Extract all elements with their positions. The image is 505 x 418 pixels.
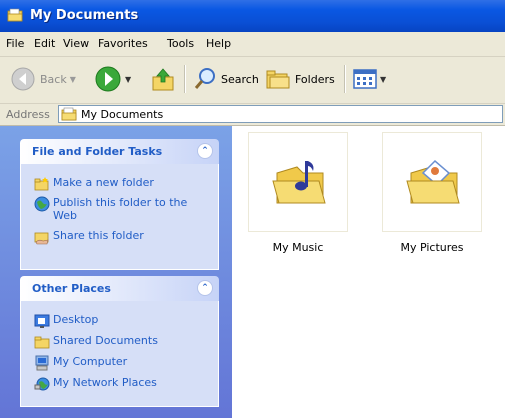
- panel-title: File and Folder Tasks: [32, 145, 163, 158]
- other-places-panel: Other Places ⌃ Desktop Shared Documents: [20, 276, 219, 407]
- music-folder-icon: [272, 161, 326, 204]
- search-icon: [194, 68, 215, 89]
- my-pictures-item[interactable]: [382, 132, 482, 232]
- desktop-link[interactable]: Desktop: [21, 313, 218, 328]
- address-label: Address: [6, 108, 50, 121]
- collapse-icon[interactable]: ⌃: [197, 143, 213, 159]
- new-folder-icon: [34, 177, 49, 191]
- my-music-item[interactable]: [248, 132, 348, 232]
- share-folder-icon: [34, 232, 49, 245]
- toolbar-separator: [184, 65, 186, 93]
- make-new-folder-link[interactable]: Make a new folder: [21, 176, 218, 191]
- folder-icon: [61, 107, 77, 121]
- search-button[interactable]: Search: [193, 65, 259, 93]
- menu-bar: File Edit View Favorites Tools Help: [0, 32, 505, 57]
- collapse-icon[interactable]: ⌃: [197, 280, 213, 296]
- shared-documents-link[interactable]: Shared Documents: [21, 334, 218, 349]
- pictures-folder-icon: [406, 159, 460, 204]
- folder-icon: [7, 8, 23, 22]
- network-icon: [34, 377, 50, 391]
- my-pictures-label: My Pictures: [400, 241, 464, 254]
- file-view: My Music My Pictures: [232, 126, 505, 418]
- panel-body: Make a new folder Publish this folder to…: [20, 164, 219, 270]
- forward-button[interactable]: ▼: [94, 65, 131, 93]
- window-title: My Documents: [30, 8, 139, 23]
- back-arrow-icon: [11, 67, 35, 91]
- chevron-down-icon: ▼: [125, 74, 132, 84]
- panel-header[interactable]: Other Places ⌃: [20, 276, 219, 301]
- address-value: My Documents: [81, 108, 164, 121]
- share-folder-link[interactable]: Share this folder: [21, 229, 218, 245]
- my-music-label: My Music: [272, 241, 324, 254]
- file-folder-tasks-panel: File and Folder Tasks ⌃ Make a new folde…: [20, 139, 219, 270]
- menu-tools[interactable]: Tools: [167, 37, 194, 50]
- folder-icon: [34, 336, 50, 349]
- computer-icon: [35, 355, 49, 371]
- panel-body: Desktop Shared Documents My Computer My …: [20, 301, 219, 407]
- chevron-down-icon: ▼: [69, 74, 76, 84]
- publish-web-link[interactable]: Publish this folder to the Web: [21, 196, 218, 222]
- title-bar[interactable]: My Documents: [0, 0, 505, 32]
- chevron-down-icon: ▼: [380, 74, 387, 84]
- publish-web-icon: [34, 196, 50, 212]
- menu-help[interactable]: Help: [206, 37, 231, 50]
- back-button[interactable]: Back ▼: [10, 65, 76, 93]
- views-icon: [353, 69, 377, 89]
- task-pane: File and Folder Tasks ⌃ Make a new folde…: [0, 126, 232, 418]
- toolbar-separator: [344, 65, 346, 93]
- folders-icon: [266, 70, 290, 89]
- my-network-places-link[interactable]: My Network Places: [21, 376, 218, 391]
- toolbar: Back ▼ ▼ Search Folders ▼: [0, 57, 505, 104]
- address-bar: Address My Documents: [0, 104, 505, 126]
- folders-button[interactable]: Folders: [265, 65, 335, 93]
- address-input[interactable]: My Documents: [58, 105, 503, 123]
- views-button[interactable]: ▼: [353, 65, 386, 93]
- up-folder-button[interactable]: [150, 65, 176, 93]
- panel-header[interactable]: File and Folder Tasks ⌃: [20, 139, 219, 164]
- menu-view[interactable]: View: [63, 37, 89, 50]
- up-folder-icon: [152, 68, 174, 91]
- desktop-icon: [34, 314, 50, 328]
- menu-favorites[interactable]: Favorites: [98, 37, 148, 50]
- my-computer-link[interactable]: My Computer: [21, 355, 218, 371]
- panel-title: Other Places: [32, 282, 111, 295]
- forward-arrow-icon: [95, 66, 121, 92]
- menu-file[interactable]: File: [6, 37, 24, 50]
- menu-edit[interactable]: Edit: [34, 37, 55, 50]
